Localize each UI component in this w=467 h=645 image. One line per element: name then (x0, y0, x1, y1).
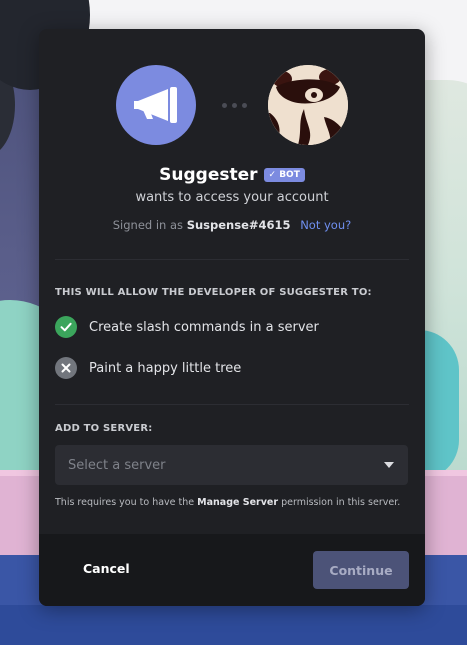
permission-item: Paint a happy little tree (55, 357, 241, 379)
app-name-row: Suggester ✓ BOT (39, 165, 425, 185)
connection-dots (222, 103, 247, 108)
authorize-modal: Suggester ✓ BOT wants to access your acc… (39, 29, 425, 606)
permission-label: Paint a happy little tree (89, 360, 242, 376)
avatar-row (39, 65, 425, 145)
signed-in-prefix: Signed in as (112, 218, 184, 232)
server-select-placeholder: Select a server (68, 457, 166, 473)
signed-in-username: Suspense#4615 (186, 218, 291, 232)
note-suffix: permission in this server. (281, 497, 401, 508)
chevron-down-icon (384, 462, 394, 468)
cross-icon (55, 357, 77, 379)
app-name: Suggester (159, 165, 258, 185)
permission-label: Create slash commands in a server (89, 319, 319, 335)
cancel-button[interactable]: Cancel (83, 561, 130, 576)
modal-footer: Cancel Continue (39, 534, 425, 606)
app-header: Suggester ✓ BOT wants to access your acc… (39, 165, 425, 232)
divider-middle (55, 404, 409, 405)
bot-badge: ✓ BOT (263, 168, 305, 182)
permission-note: This requires you to have the Manage Ser… (55, 497, 400, 508)
app-avatar (116, 65, 196, 145)
megaphone-icon (134, 87, 177, 123)
user-avatar (268, 65, 348, 145)
check-icon (55, 316, 77, 338)
signed-in-line: Signed in as Suspense#4615 Not you? (39, 218, 425, 232)
background-ground-dark (0, 605, 467, 645)
permission-item: Create slash commands in a server (55, 316, 319, 338)
add-to-server-title: ADD TO SERVER: (55, 423, 153, 434)
not-you-link[interactable]: Not you? (300, 218, 351, 232)
continue-button[interactable]: Continue (313, 551, 409, 589)
permissions-title: THIS WILL ALLOW THE DEVELOPER OF SUGGEST… (55, 287, 372, 298)
divider-top (55, 259, 409, 260)
app-subtitle: wants to access your account (135, 190, 329, 205)
note-prefix: This requires you to have the (55, 497, 195, 508)
note-bold: Manage Server (197, 497, 279, 508)
server-select[interactable]: Select a server (55, 445, 408, 485)
panda-avatar-image (268, 65, 348, 145)
